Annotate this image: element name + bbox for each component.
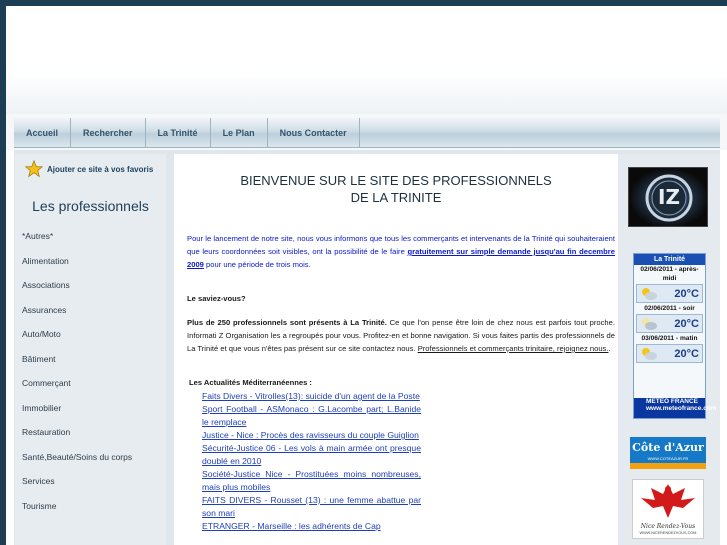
news-heading: Les Actualités Méditerranéennes : — [189, 378, 312, 387]
news-list: Faits Divers - Vitrolles(13): suicide d'… — [202, 390, 421, 533]
category-alimentation[interactable]: Alimentation — [22, 249, 162, 274]
nav-bar-container: Accueil Rechercher La Trinité Le Plan No… — [6, 114, 727, 150]
category-auto-moto[interactable]: Auto/Moto — [22, 322, 162, 347]
nice-rendez-vous-logo[interactable]: Nice Rendez-Vous WWW.NICERENDEZVOUS.COM — [632, 479, 704, 539]
welcome-title: BIENVENUE SUR LE SITE DES PROFESSIONNELS… — [174, 172, 618, 206]
welcome-line-2: DE LA TRINITE — [350, 190, 442, 205]
category-autres[interactable]: *Autres* — [22, 224, 162, 249]
news-item[interactable]: Société-Justice Nice - Prostituées moins… — [202, 468, 421, 494]
meteo-france-footer[interactable]: METEO FRANCE www.meteofrance.com — [634, 398, 717, 418]
category-list: *Autres* Alimentation Associations Assur… — [22, 224, 162, 518]
favorites-label: Ajouter ce site à vos favoris — [47, 164, 154, 174]
page-body: Ajouter ce site à vos favoris Les profes… — [14, 150, 720, 545]
weather-temp: 20°C — [674, 317, 699, 330]
cote-azur-text: Côte d'Azur — [632, 441, 704, 454]
category-commercant[interactable]: Commerçant — [22, 371, 162, 396]
news-item[interactable]: Justice - Nice : Procès des ravisseurs d… — [202, 429, 421, 442]
category-sante-beaute[interactable]: Santé,Beauté/Soins du corps — [22, 445, 162, 470]
category-associations[interactable]: Associations — [22, 273, 162, 298]
nice-title: Nice Rendez-Vous — [640, 523, 696, 530]
sun-cloud-icon — [642, 347, 657, 360]
weather-row: 20°C — [636, 344, 703, 363]
weather-date: 02/06/2011 - après-midi — [640, 266, 699, 282]
main-content: BIENVENUE SUR LE SITE DES PROFESSIONNELS… — [174, 154, 618, 545]
nice-url: WWW.NICERENDEZVOUS.COM — [639, 531, 697, 535]
category-restauration[interactable]: Restauration — [22, 420, 162, 445]
intro-paragraph: Pour le lancement de notre site, nous vo… — [187, 232, 615, 271]
news-item[interactable]: Sécurité-Justice 06 - Les vols à main ar… — [202, 442, 421, 468]
right-sidebar: IZ La Trinité 02/06/2011 - après-midi 20… — [618, 154, 720, 545]
weather-widget[interactable]: La Trinité 02/06/2011 - après-midi 20°C … — [633, 253, 717, 419]
header-banner — [6, 6, 727, 114]
eagle-icon — [641, 484, 695, 518]
category-tourisme[interactable]: Tourisme — [22, 494, 162, 519]
news-item[interactable]: Faits Divers - Vitrolles(13): suicide d'… — [202, 390, 421, 403]
meteo-brand: METEO FRANCE — [646, 398, 698, 405]
nav-rechercher[interactable]: Rechercher — [71, 118, 146, 148]
weather-temp: 20°C — [674, 347, 699, 360]
nav-le-plan[interactable]: Le Plan — [211, 118, 268, 148]
category-batiment[interactable]: Bâtiment — [22, 347, 162, 372]
intro-end: pour une période de trois mois. — [206, 260, 311, 269]
cote-azur-sub: WWW.COTEAZUR.FR — [647, 456, 689, 461]
weather-row: 20°C — [636, 284, 703, 303]
weather-date: 02/06/2011 - soir — [644, 305, 695, 312]
join-link[interactable]: Professionnels et commerçants trinitaire… — [418, 344, 609, 353]
category-immobilier[interactable]: Immobilier — [22, 396, 162, 421]
nav-nous-contacter[interactable]: Nous Contacter — [268, 118, 360, 148]
saviez-bold: Plus de 250 professionnels sont présents… — [187, 318, 387, 327]
nav-la-trinite[interactable]: La Trinité — [146, 118, 211, 148]
weather-date: 03/06/2011 - matin — [641, 335, 698, 342]
weather-title: La Trinité — [634, 254, 705, 265]
iz-logo-text: IZ — [658, 185, 680, 209]
category-assurances[interactable]: Assurances — [22, 298, 162, 323]
cote-azur-logo[interactable]: Côte d'Azur WWW.COTEAZUR.FR — [630, 437, 706, 469]
weather-row: 20°C — [636, 314, 703, 333]
news-item[interactable]: ETRANGER - Marseille : les adhérents de … — [202, 520, 421, 533]
meteo-url: www.meteofrance.com — [646, 405, 717, 412]
join-end: . — [608, 344, 611, 353]
saviez-paragraph: Plus de 250 professionnels sont présents… — [187, 316, 615, 355]
add-favorites-link[interactable]: Ajouter ce site à vos favoris — [25, 160, 153, 178]
browser-page: Accueil Rechercher La Trinité Le Plan No… — [6, 6, 727, 545]
weather-temp: 20°C — [674, 287, 699, 300]
category-services[interactable]: Services — [22, 469, 162, 494]
saviez-heading: Le saviez-vous? — [187, 294, 246, 303]
iz-logo[interactable]: IZ — [628, 167, 708, 227]
star-icon — [25, 160, 43, 178]
news-item[interactable]: FAITS DIVERS - Rousset (13) : une femme … — [202, 494, 421, 520]
professionals-heading: Les professionnels — [32, 198, 149, 214]
welcome-line-1: BIENVENUE SUR LE SITE DES PROFESSIONNELS — [240, 173, 552, 188]
main-nav: Accueil Rechercher La Trinité Le Plan No… — [14, 118, 720, 148]
moon-cloud-icon — [642, 317, 657, 330]
left-sidebar: Ajouter ce site à vos favoris Les profes… — [15, 154, 166, 545]
nav-accueil[interactable]: Accueil — [14, 118, 72, 148]
news-item[interactable]: Sport Football - ASMonaco : G.Lacombe pa… — [202, 403, 421, 429]
sun-cloud-icon — [642, 287, 657, 300]
